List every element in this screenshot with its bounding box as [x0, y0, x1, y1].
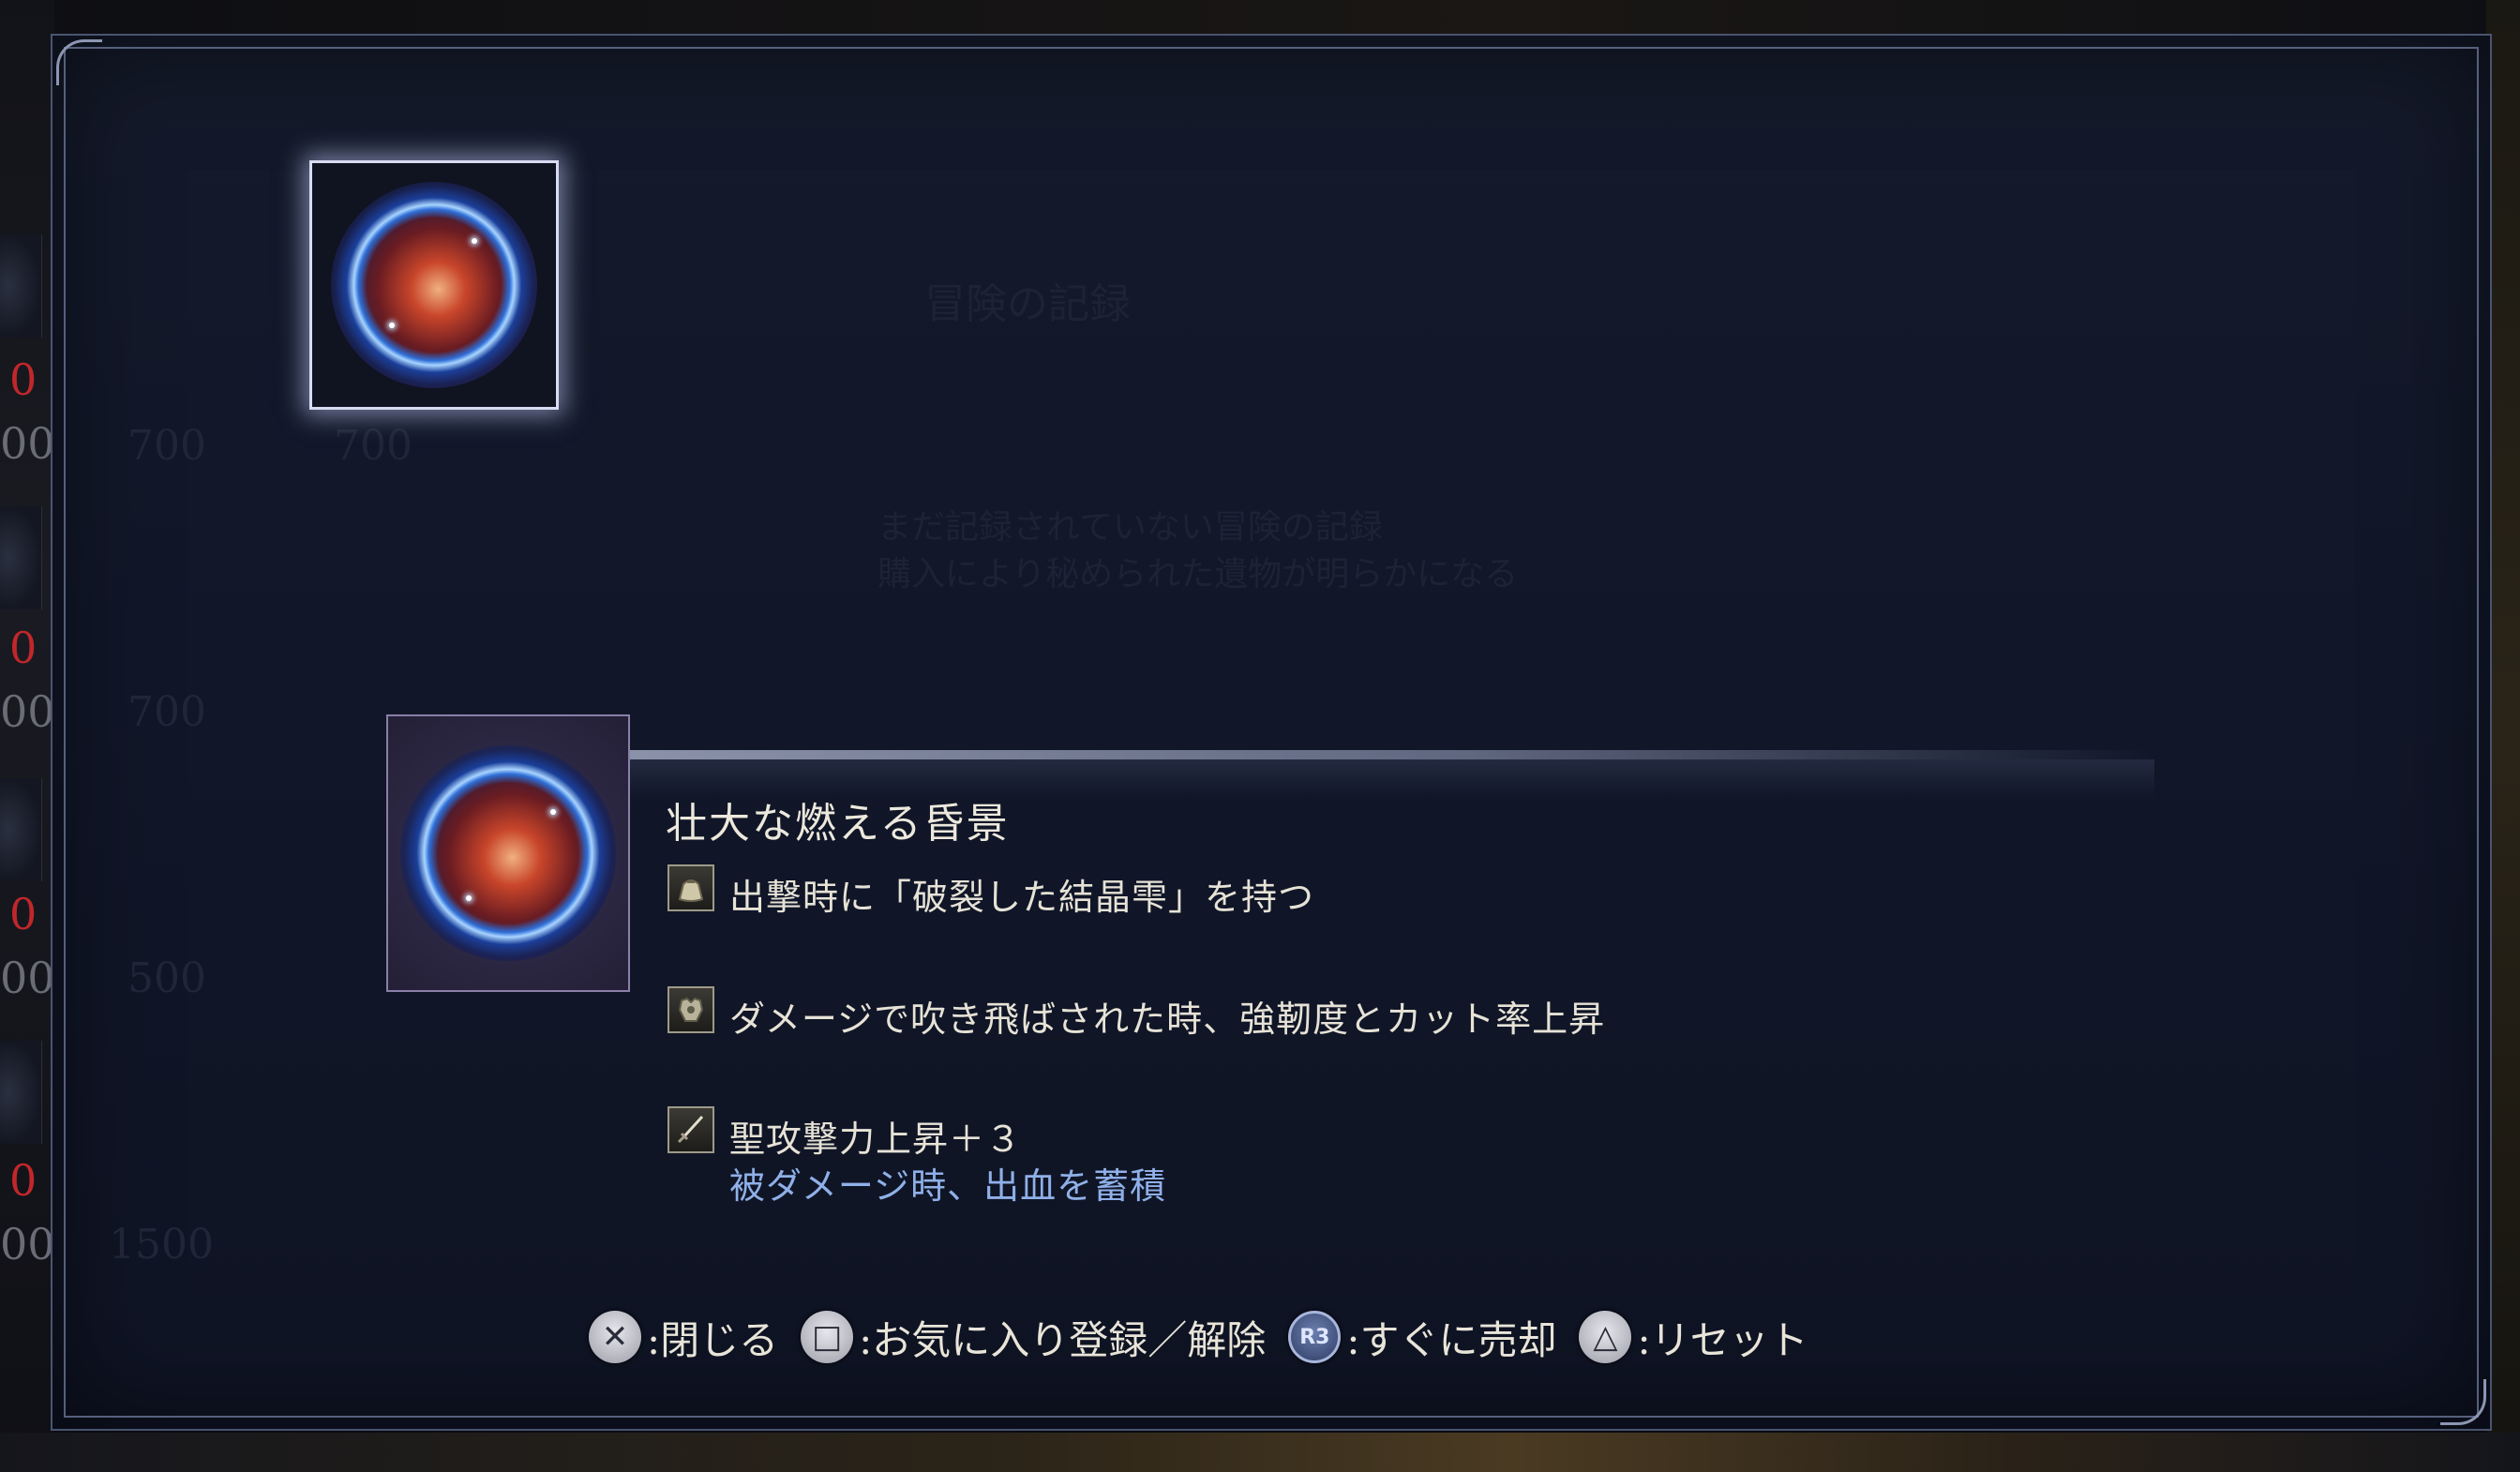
background-item-cell	[0, 1041, 42, 1144]
relic-orb-icon	[400, 745, 616, 961]
background-item-cell	[0, 506, 42, 609]
detail-relic-icon	[386, 714, 630, 992]
ghost-card-description: まだ記録されていない冒険の記録 購入により秘められた遺物が明らかになる	[878, 504, 1518, 598]
r3-button-icon: R3	[1288, 1311, 1342, 1363]
background-value: 0	[9, 623, 38, 673]
reset-button[interactable]: △ :リセット	[1579, 1309, 1808, 1366]
detail-header-bar	[626, 750, 2154, 759]
relic-effect-text: 聖攻撃力上昇＋３	[729, 1119, 1023, 1160]
background-item-cell	[0, 234, 42, 338]
selected-relic-icon[interactable]	[309, 160, 559, 410]
armor-icon	[668, 986, 714, 1033]
background-value: 00	[0, 1219, 55, 1269]
background-value: 00	[0, 418, 55, 469]
relic-effect-downside: 被ダメージ時、出血を蓄積	[729, 1165, 1167, 1207]
square-button-icon: □	[801, 1311, 854, 1363]
favorite-toggle-button[interactable]: □ :お気に入り登録／解除	[801, 1309, 1266, 1366]
cross-button-icon: ✕	[589, 1311, 641, 1363]
ghost-price: 500	[128, 954, 206, 1002]
sell-label: :すぐに売却	[1346, 1316, 1557, 1363]
background-scene-top	[0, 0, 2520, 36]
favorite-label: :お気に入り登録／解除	[859, 1316, 1267, 1363]
background-scene-right	[2486, 0, 2520, 1472]
ghost-price: 1500	[109, 1221, 214, 1269]
ghost-card-description-line: まだ記録されていない冒険の記録	[878, 508, 1383, 547]
reset-label: :リセット	[1637, 1316, 1808, 1363]
sword-icon	[668, 1106, 714, 1153]
relic-effect-text: ダメージで吹き飛ばされた時、強靭度とカット率上昇	[729, 999, 1606, 1040]
relic-effect-text: 出撃時に「破裂した結晶雫」を持つ	[729, 877, 1315, 918]
pouch-icon	[668, 864, 714, 911]
background-value: 00	[0, 686, 55, 737]
close-label: :閉じる	[647, 1316, 779, 1363]
background-item-cell	[0, 778, 42, 881]
background-value: 00	[0, 953, 55, 1003]
triangle-button-icon: △	[1579, 1311, 1632, 1363]
relic-name: 壮大な燃える昏景	[666, 800, 1010, 848]
background-value: 0	[9, 354, 38, 405]
ghost-price: 700	[334, 422, 412, 470]
background-scene-bottom	[0, 1433, 2520, 1472]
ghost-price: 700	[128, 422, 206, 470]
ghost-card-title: 冒険の記録	[924, 280, 1131, 328]
background-item-column: 0 00 0 00 0 00 0 00	[0, 0, 55, 1472]
dialog-corner-ornament	[2440, 1379, 2486, 1425]
relic-orb-icon	[331, 182, 537, 388]
ghost-card-description-line: 購入により秘められた遺物が明らかになる	[878, 555, 1519, 593]
ghost-price: 700	[128, 688, 206, 736]
background-value: 0	[9, 1155, 38, 1206]
control-hints: ✕ :閉じる □ :お気に入り登録／解除 R3 :すぐに売却 △ :リセット	[589, 1309, 1831, 1365]
background-value: 0	[9, 889, 38, 939]
sell-button[interactable]: R3 :すぐに売却	[1288, 1309, 1556, 1366]
close-button[interactable]: ✕ :閉じる	[589, 1309, 778, 1366]
